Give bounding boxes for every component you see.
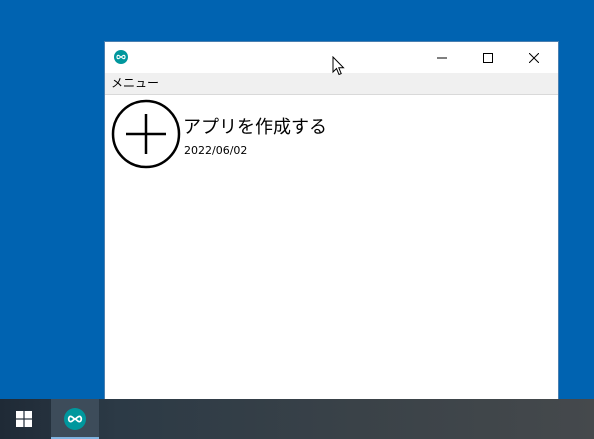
app-window: メニュー アプリを作成する 2022/06/02 xyxy=(105,42,558,399)
create-app-entry[interactable]: アプリを作成する 2022/06/02 xyxy=(111,99,371,169)
windows-logo-icon xyxy=(16,411,32,427)
mouse-cursor-icon xyxy=(332,56,345,76)
minimize-icon xyxy=(437,57,447,58)
arduino-infinity-icon xyxy=(114,50,128,64)
entry-title[interactable]: アプリを作成する xyxy=(183,117,327,139)
taskbar-app-arduino[interactable] xyxy=(51,399,99,439)
plus-circle-icon[interactable] xyxy=(111,99,181,169)
menu-bar: メニュー xyxy=(105,73,558,95)
taskbar xyxy=(0,399,594,439)
menu-item-menu[interactable]: メニュー xyxy=(111,76,159,91)
start-button[interactable] xyxy=(0,399,48,439)
arduino-infinity-icon xyxy=(64,408,86,430)
close-button[interactable] xyxy=(511,42,557,73)
maximize-icon xyxy=(483,52,493,63)
maximize-button[interactable] xyxy=(465,42,511,73)
minimize-button[interactable] xyxy=(419,42,465,73)
content-area: アプリを作成する 2022/06/02 xyxy=(105,95,558,399)
entry-date: 2022/06/02 xyxy=(184,144,248,157)
close-icon xyxy=(529,52,539,63)
